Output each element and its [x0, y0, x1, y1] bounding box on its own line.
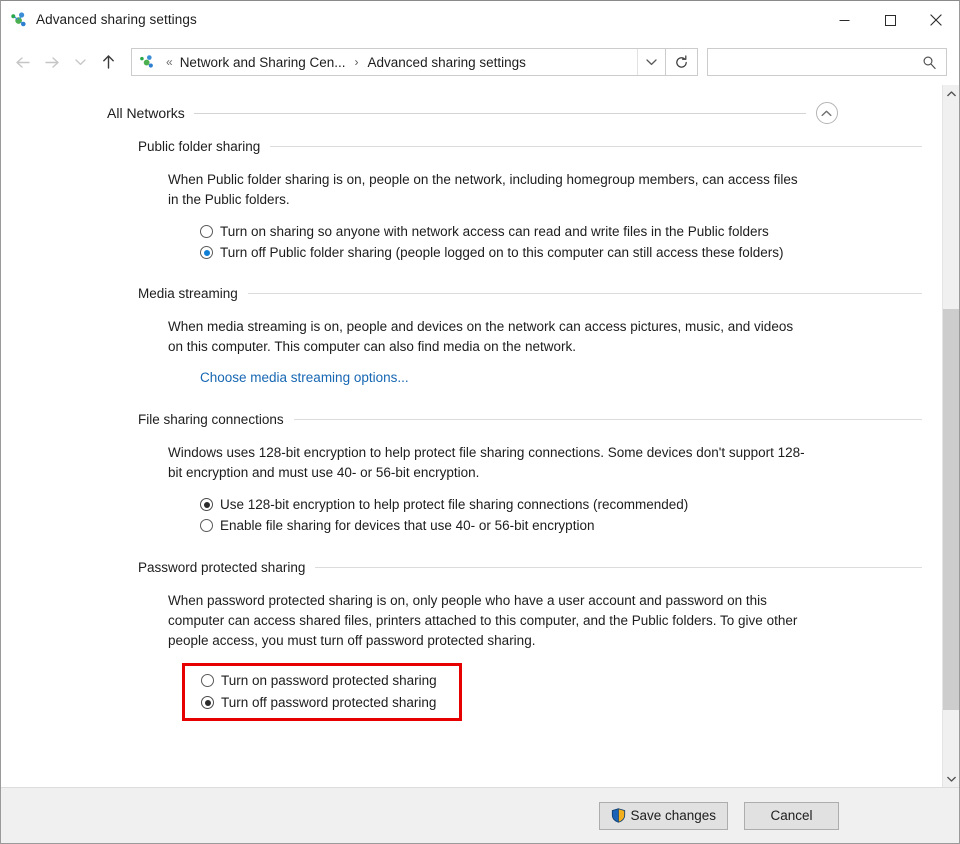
section-heading: File sharing connections	[138, 411, 284, 427]
advanced-sharing-settings-window: Advanced sharing settings « Network and …	[0, 0, 960, 844]
radio-option-turn-off-password-protected-sharing[interactable]: Turn off password protected sharing	[201, 693, 437, 712]
radio-indicator[interactable]	[200, 519, 213, 532]
network-sharing-icon	[10, 11, 28, 29]
radio-indicator[interactable]	[200, 246, 213, 259]
cancel-label: Cancel	[770, 808, 813, 823]
radio-indicator[interactable]	[200, 225, 213, 238]
chevron-up-icon[interactable]	[815, 102, 838, 124]
group-header-all-networks: All Networks	[1, 101, 942, 125]
button-bar: Save changes Cancel	[1, 787, 959, 843]
choose-media-streaming-options-link[interactable]: Choose media streaming options...	[200, 370, 409, 385]
save-changes-button[interactable]: Save changes	[599, 801, 728, 830]
section-heading: Password protected sharing	[138, 559, 306, 575]
radio-option-turn-off-public-folder-sharing[interactable]: Turn off Public folder sharing (people l…	[200, 243, 832, 262]
group-divider	[193, 112, 806, 114]
scroll-down-button[interactable]	[943, 770, 959, 787]
section-divider	[270, 145, 922, 147]
radio-option-turn-on-sharing[interactable]: Turn on sharing so anyone with network a…	[200, 222, 832, 241]
section-divider	[293, 418, 922, 420]
breadcrumb-advanced-sharing-settings[interactable]: Advanced sharing settings	[366, 55, 528, 70]
maximize-button[interactable]	[867, 1, 913, 39]
section-header-file-sharing-connections: File sharing connections	[1, 408, 942, 430]
radio-label: Use 128-bit encryption to help protect f…	[220, 497, 689, 512]
radio-label: Enable file sharing for devices that use…	[220, 518, 595, 533]
radio-group-public-folder-sharing: Turn on sharing so anyone with network a…	[168, 222, 832, 262]
close-button[interactable]	[913, 1, 959, 39]
address-dropdown-button[interactable]	[637, 49, 665, 75]
uac-shield-icon	[611, 808, 626, 823]
scroll-track[interactable]	[943, 102, 959, 770]
search-box[interactable]	[707, 48, 947, 76]
radio-option-turn-on-password-protected-sharing[interactable]: Turn on password protected sharing	[201, 671, 437, 690]
section-header-password-protected-sharing: Password protected sharing	[1, 556, 942, 578]
radio-indicator[interactable]	[201, 696, 214, 709]
section-description: When password protected sharing is on, o…	[168, 593, 798, 648]
section-heading: Media streaming	[138, 285, 238, 301]
search-icon[interactable]	[922, 55, 937, 70]
section-heading: Public folder sharing	[138, 138, 261, 154]
section-body-public-folder-sharing: When Public folder sharing is on, people…	[1, 170, 942, 262]
section-description: When Public folder sharing is on, people…	[168, 172, 798, 207]
cancel-button[interactable]: Cancel	[744, 801, 839, 830]
radio-group-password-protected-sharing: Turn on password protected sharing Turn …	[201, 671, 437, 712]
annotation-highlight-box: Turn on password protected sharing Turn …	[182, 663, 462, 721]
section-divider	[247, 292, 922, 294]
forward-button[interactable]	[37, 46, 67, 78]
radio-indicator[interactable]	[200, 498, 213, 511]
minimize-button[interactable]	[821, 1, 867, 39]
radio-option-enable-40-or-56-bit-encryption[interactable]: Enable file sharing for devices that use…	[200, 516, 832, 535]
refresh-button[interactable]	[666, 48, 698, 76]
radio-indicator[interactable]	[201, 674, 214, 687]
radio-option-use-128-bit-encryption[interactable]: Use 128-bit encryption to help protect f…	[200, 495, 832, 514]
title-bar: Advanced sharing settings	[1, 1, 959, 39]
section-description: Windows uses 128-bit encryption to help …	[168, 445, 805, 480]
recent-locations-button[interactable]	[67, 46, 93, 78]
section-header-public-folder-sharing: Public folder sharing	[1, 135, 942, 157]
navigation-bar: « Network and Sharing Cen... › Advanced …	[1, 39, 959, 85]
up-button[interactable]	[93, 46, 123, 78]
window-title: Advanced sharing settings	[36, 12, 197, 27]
address-overflow-chevron[interactable]: «	[161, 56, 178, 68]
section-divider	[315, 566, 922, 568]
search-input[interactable]	[708, 54, 922, 70]
radio-label: Turn off password protected sharing	[221, 695, 437, 710]
group-label: All Networks	[107, 105, 185, 121]
vertical-scrollbar[interactable]	[942, 85, 959, 787]
caption-buttons	[821, 1, 959, 39]
address-network-icon	[139, 54, 155, 70]
scroll-thumb[interactable]	[943, 309, 959, 710]
section-header-media-streaming: Media streaming	[1, 282, 942, 304]
radio-label: Turn off Public folder sharing (people l…	[220, 245, 784, 260]
settings-pane: All Networks Public folder sharing When …	[1, 85, 942, 787]
section-body-media-streaming: When media streaming is on, people and d…	[1, 317, 942, 387]
radio-group-file-sharing-connections: Use 128-bit encryption to help protect f…	[168, 495, 832, 535]
radio-label: Turn on password protected sharing	[221, 673, 437, 688]
radio-label: Turn on sharing so anyone with network a…	[220, 224, 769, 239]
save-changes-label: Save changes	[630, 808, 716, 823]
scroll-up-button[interactable]	[943, 85, 959, 102]
address-bar[interactable]: « Network and Sharing Cen... › Advanced …	[131, 48, 666, 76]
section-body-password-protected-sharing: When password protected sharing is on, o…	[1, 591, 942, 721]
breadcrumb-separator-icon[interactable]: ›	[348, 55, 366, 69]
content-area: All Networks Public folder sharing When …	[1, 85, 959, 787]
back-button[interactable]	[7, 46, 37, 78]
section-description: When media streaming is on, people and d…	[168, 319, 794, 354]
section-body-file-sharing-connections: Windows uses 128-bit encryption to help …	[1, 443, 942, 535]
breadcrumb-network-sharing-center[interactable]: Network and Sharing Cen...	[178, 55, 348, 70]
